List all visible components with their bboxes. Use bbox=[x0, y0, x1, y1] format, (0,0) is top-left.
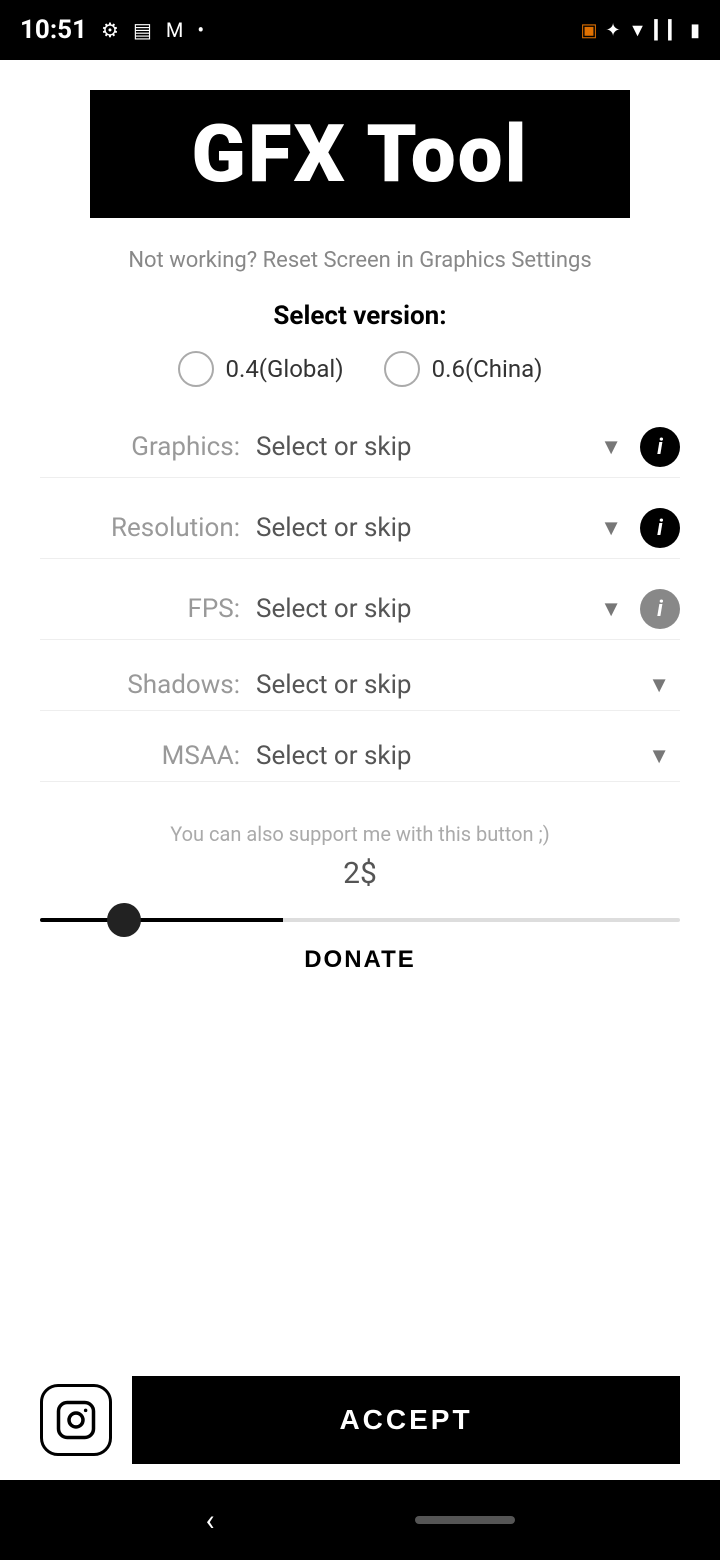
graphics-row: Graphics: Select or skip ▼ i bbox=[40, 427, 680, 478]
resolution-value: Select or skip bbox=[256, 513, 412, 543]
notification-dot: • bbox=[197, 18, 204, 42]
msaa-value: Select or skip bbox=[256, 741, 412, 771]
fps-value: Select or skip bbox=[256, 594, 412, 624]
status-bar-left: 10:51 ⚙ ▤ M • bbox=[20, 15, 204, 45]
status-time: 10:51 bbox=[20, 15, 87, 45]
status-bar: 10:51 ⚙ ▤ M • ▣ ✦ ▼ ▎▎ ▮ bbox=[0, 0, 720, 60]
donate-section: You can also support me with this button… bbox=[40, 822, 680, 994]
battery-icon: ▮ bbox=[690, 20, 700, 41]
graphics-info-icon[interactable]: i bbox=[640, 427, 680, 467]
subtitle-text: Not working? Reset Screen in Graphics Se… bbox=[128, 248, 591, 273]
nav-bar: ‹ bbox=[0, 1480, 720, 1560]
resolution-arrow-icon: ▼ bbox=[600, 515, 622, 541]
instagram-icon bbox=[55, 1399, 97, 1441]
back-button[interactable]: ‹ bbox=[205, 1503, 214, 1538]
msaa-dropdown[interactable]: Select or skip ▼ bbox=[256, 741, 680, 771]
shadows-dropdown[interactable]: Select or skip ▼ bbox=[256, 670, 680, 700]
donate-slider[interactable] bbox=[40, 918, 680, 922]
graphics-label: Graphics: bbox=[40, 432, 240, 462]
wifi-icon: ▼ bbox=[629, 20, 647, 41]
settings-icon: ⚙ bbox=[101, 18, 119, 42]
resolution-row: Resolution: Select or skip ▼ i bbox=[40, 508, 680, 559]
bottom-area: ACCEPT bbox=[0, 1360, 720, 1480]
radio-global[interactable] bbox=[178, 351, 214, 387]
instagram-button[interactable] bbox=[40, 1384, 112, 1456]
graphics-value: Select or skip bbox=[256, 432, 412, 462]
cast-icon: ▣ bbox=[580, 20, 597, 41]
radio-china[interactable] bbox=[384, 351, 420, 387]
graphics-dropdown[interactable]: Select or skip ▼ bbox=[256, 432, 632, 462]
msaa-row: MSAA: Select or skip ▼ bbox=[40, 741, 680, 782]
version-label-global: 0.4(Global) bbox=[226, 355, 344, 383]
fps-arrow-icon: ▼ bbox=[600, 596, 622, 622]
msaa-arrow-icon: ▼ bbox=[648, 743, 670, 769]
shadows-label: Shadows: bbox=[40, 670, 240, 700]
resolution-info-icon[interactable]: i bbox=[640, 508, 680, 548]
gmail-icon: M bbox=[166, 18, 183, 42]
donate-amount: 2$ bbox=[343, 856, 377, 891]
msaa-label: MSAA: bbox=[40, 741, 240, 771]
version-section-title: Select version: bbox=[273, 301, 446, 331]
home-pill[interactable] bbox=[415, 1516, 515, 1524]
version-option-china[interactable]: 0.6(China) bbox=[384, 351, 543, 387]
shadows-arrow-icon: ▼ bbox=[648, 672, 670, 698]
signal-icon: ▎▎ bbox=[654, 20, 682, 41]
status-bar-right: ▣ ✦ ▼ ▎▎ ▮ bbox=[580, 20, 700, 41]
fps-dropdown[interactable]: Select or skip ▼ bbox=[256, 594, 632, 624]
shadows-value: Select or skip bbox=[256, 670, 412, 700]
bluetooth-icon: ✦ bbox=[605, 20, 620, 41]
fps-label: FPS: bbox=[40, 594, 240, 624]
version-label-china: 0.6(China) bbox=[432, 355, 543, 383]
shadows-row: Shadows: Select or skip ▼ bbox=[40, 670, 680, 711]
logo-container: GFX Tool bbox=[90, 90, 630, 218]
accept-button[interactable]: ACCEPT bbox=[132, 1376, 680, 1464]
resolution-label: Resolution: bbox=[40, 513, 240, 543]
version-row: 0.4(Global) 0.6(China) bbox=[178, 351, 543, 387]
message-icon: ▤ bbox=[133, 18, 152, 42]
app-logo: GFX Tool bbox=[191, 107, 528, 201]
fps-row: FPS: Select or skip ▼ i bbox=[40, 589, 680, 640]
donate-button[interactable]: DONATE bbox=[274, 936, 446, 984]
main-content: GFX Tool Not working? Reset Screen in Gr… bbox=[0, 60, 720, 1360]
version-option-global[interactable]: 0.4(Global) bbox=[178, 351, 344, 387]
resolution-dropdown[interactable]: Select or skip ▼ bbox=[256, 513, 632, 543]
fps-info-icon[interactable]: i bbox=[640, 589, 680, 629]
donate-hint: You can also support me with this button… bbox=[170, 822, 550, 846]
graphics-arrow-icon: ▼ bbox=[600, 434, 622, 460]
